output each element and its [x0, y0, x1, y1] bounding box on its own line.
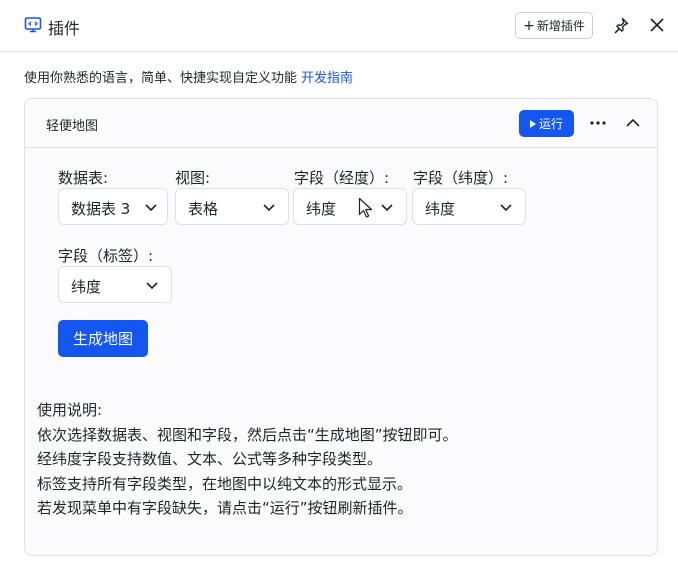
longitude-select-value: 纬度 [306, 200, 337, 218]
view-field-label: 视图: [175, 169, 211, 187]
more-icon[interactable] [587, 113, 609, 133]
plugin-card: 轻便地图 运行 数据表: 视图: 字段（经度）: 字段（纬度）: 数据表 3 表… [24, 98, 658, 556]
instruction-line: 标签支持所有字段类型，在地图中以纯文本的形式显示。 [37, 474, 413, 493]
panel-title: 插件 [48, 19, 81, 38]
table-select-value: 数据表 3 [71, 200, 131, 218]
label-field-label: 字段（标签）: [58, 247, 154, 265]
pin-icon[interactable] [612, 16, 630, 34]
instruction-line: 经纬度字段支持数值、文本、公式等多种字段类型。 [37, 450, 383, 468]
chevron-down-icon [263, 204, 275, 212]
instruction-line: 若发现菜单中有字段缺失，请点击“运行”按钮刷新插件。 [37, 499, 413, 517]
chevron-down-icon [381, 204, 393, 212]
run-label: 运行 [538, 117, 563, 131]
plus-icon: + [523, 17, 535, 34]
generate-map-label: 生成地图 [72, 330, 133, 348]
description-text: 使用你熟悉的语言，简单、快捷实现自定义功能 [24, 71, 298, 86]
label-select-value: 纬度 [71, 278, 102, 296]
latitude-select[interactable]: 纬度 [412, 188, 526, 225]
add-plugin-label: 新增插件 [536, 19, 585, 33]
card-header: 轻便地图 运行 [25, 99, 657, 148]
plugin-description: 使用你熟悉的语言，简单、快捷实现自定义功能 开发指南 [24, 67, 353, 86]
table-select[interactable]: 数据表 3 [58, 188, 168, 225]
table-field-label: 数据表: [58, 169, 109, 187]
latitude-select-value: 纬度 [425, 200, 456, 218]
label-select[interactable]: 纬度 [58, 266, 172, 303]
chevron-up-icon[interactable] [623, 113, 643, 133]
close-icon[interactable] [648, 16, 666, 34]
card-title: 轻便地图 [46, 119, 99, 134]
longitude-field-label: 字段（经度）: [294, 169, 390, 187]
chevron-down-icon [146, 282, 158, 290]
dev-guide-link[interactable]: 开发指南 [301, 71, 353, 86]
instruction-line: 使用说明: [37, 401, 103, 419]
latitude-field-label: 字段（纬度）: [413, 169, 509, 187]
usage-instructions: 使用说明: 依次选择数据表、视图和字段，然后点击“生成地图”按钮即可。 经纬度字… [37, 398, 458, 521]
run-button[interactable]: 运行 [519, 110, 574, 137]
play-icon [529, 119, 536, 128]
view-select[interactable]: 表格 [175, 188, 289, 225]
add-plugin-button[interactable]: + 新增插件 [515, 12, 593, 39]
view-select-value: 表格 [188, 200, 219, 218]
generate-map-button[interactable]: 生成地图 [58, 320, 148, 357]
plugin-monitor-icon [24, 17, 42, 33]
chevron-down-icon [500, 204, 512, 212]
chevron-down-icon [145, 204, 157, 212]
instruction-line: 依次选择数据表、视图和字段，然后点击“生成地图”按钮即可。 [37, 425, 458, 444]
plugin-header: 插件 + 新增插件 [0, 0, 678, 52]
longitude-select[interactable]: 纬度 [293, 188, 407, 225]
